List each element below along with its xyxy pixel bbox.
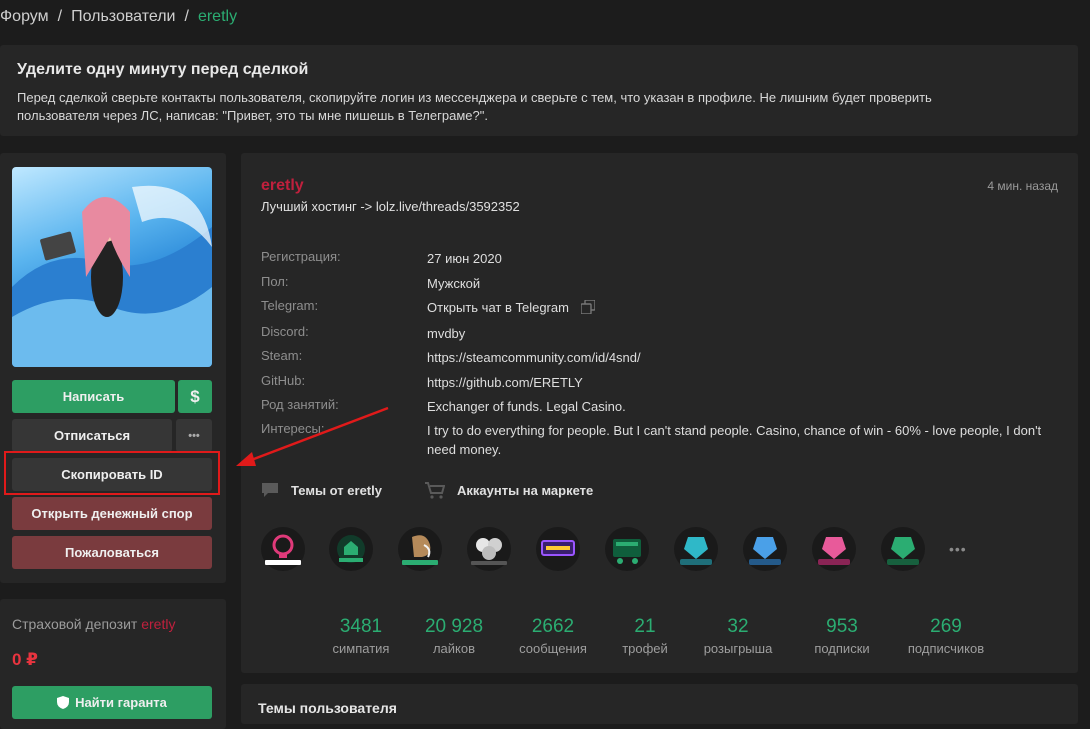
trophy-6[interactable] (605, 527, 649, 571)
profile-main: eretly Лучший хостинг -> lolz.live/threa… (241, 153, 1078, 673)
trophy-10000-likes[interactable] (674, 527, 718, 571)
profile-sidebar: Написать $ Отписаться ••• Скопировать ID… (0, 153, 226, 583)
last-seen: 4 мин. назад (987, 179, 1058, 193)
trophy-5[interactable] (536, 527, 580, 571)
trophy-1000-likes[interactable] (881, 527, 925, 571)
more-options-button[interactable]: ••• (176, 419, 212, 452)
github-link[interactable]: https://github.com/ERETLY (427, 373, 1067, 392)
stat-trophies[interactable]: 21 трофей (615, 616, 675, 656)
stat-likes[interactable]: 20 928 лайков (417, 616, 491, 656)
stat-followers[interactable]: 269 подписчиков (901, 616, 991, 656)
report-button[interactable]: Пожаловаться (12, 536, 212, 569)
deposit-username[interactable]: eretly (141, 616, 175, 632)
user-topics-title: Темы пользователя (258, 700, 397, 716)
find-guarantor-button[interactable]: Найти гаранта (12, 686, 212, 719)
find-guarantor-label: Найти гаранта (75, 695, 167, 710)
trophy-5000-likes[interactable] (743, 527, 787, 571)
shield-icon (57, 696, 70, 709)
profile-status[interactable]: Лучший хостинг -> lolz.live/threads/3592… (261, 199, 520, 214)
stat-sympathy[interactable]: 3481 симпатия (327, 616, 395, 656)
breadcrumb-users[interactable]: Пользователи (71, 8, 175, 25)
unsubscribe-button[interactable]: Отписаться (12, 419, 172, 452)
open-dispute-button[interactable]: Открыть денежный спор (12, 497, 212, 530)
notice-body: Перед сделкой сверьте контакты пользоват… (17, 90, 932, 123)
tab-market-accounts[interactable]: Аккаунты на маркете (425, 482, 593, 499)
ellipsis-icon: ••• (188, 429, 200, 442)
deposit-panel: Страховой депозит eretly 0 ₽ Найти гаран… (0, 599, 226, 729)
deposit-value: 0 ₽ (12, 650, 39, 669)
trophy-2500-likes[interactable] (812, 527, 856, 571)
stat-subscriptions[interactable]: 953 подписки (805, 616, 879, 656)
profile-username: eretly (261, 177, 304, 194)
money-transfer-button[interactable]: $ (178, 380, 212, 413)
tab-user-threads[interactable]: Темы от eretly (261, 482, 382, 498)
dollar-icon: $ (190, 386, 200, 406)
breadcrumb-forum[interactable]: Форум (0, 8, 49, 25)
trophy-mammoth[interactable] (398, 527, 442, 571)
chat-bubble-icon (262, 483, 278, 497)
trophy-participant[interactable] (467, 527, 511, 571)
trophy-2[interactable] (329, 527, 373, 571)
more-trophies-button[interactable]: ••• (949, 541, 967, 557)
cart-icon (425, 482, 445, 499)
user-topics-panel: Темы пользователя (241, 684, 1078, 724)
avatar[interactable] (12, 167, 212, 367)
trophy-innovator[interactable] (261, 527, 305, 571)
telegram-link[interactable]: Открыть чат в Telegram (427, 300, 569, 315)
notice-title: Уделите одну минуту перед сделкой (17, 61, 309, 78)
deposit-label: Страховой депозит eretly (12, 616, 176, 632)
breadcrumb-current: eretly (197, 8, 238, 25)
write-message-button[interactable]: Написать (12, 380, 175, 413)
copy-id-button[interactable]: Скопировать ID (12, 458, 212, 491)
stat-messages[interactable]: 2662 сообщения (511, 616, 595, 656)
stat-giveaways[interactable]: 32 розыгрыша (693, 616, 783, 656)
breadcrumb: Форум / Пользователи / eretly (0, 8, 238, 25)
deal-warning-notice: Уделите одну минуту перед сделкой Перед … (0, 45, 1078, 136)
steam-link[interactable]: https://steamcommunity.com/id/4snd/ (427, 348, 1067, 367)
copy-icon[interactable] (579, 299, 596, 315)
